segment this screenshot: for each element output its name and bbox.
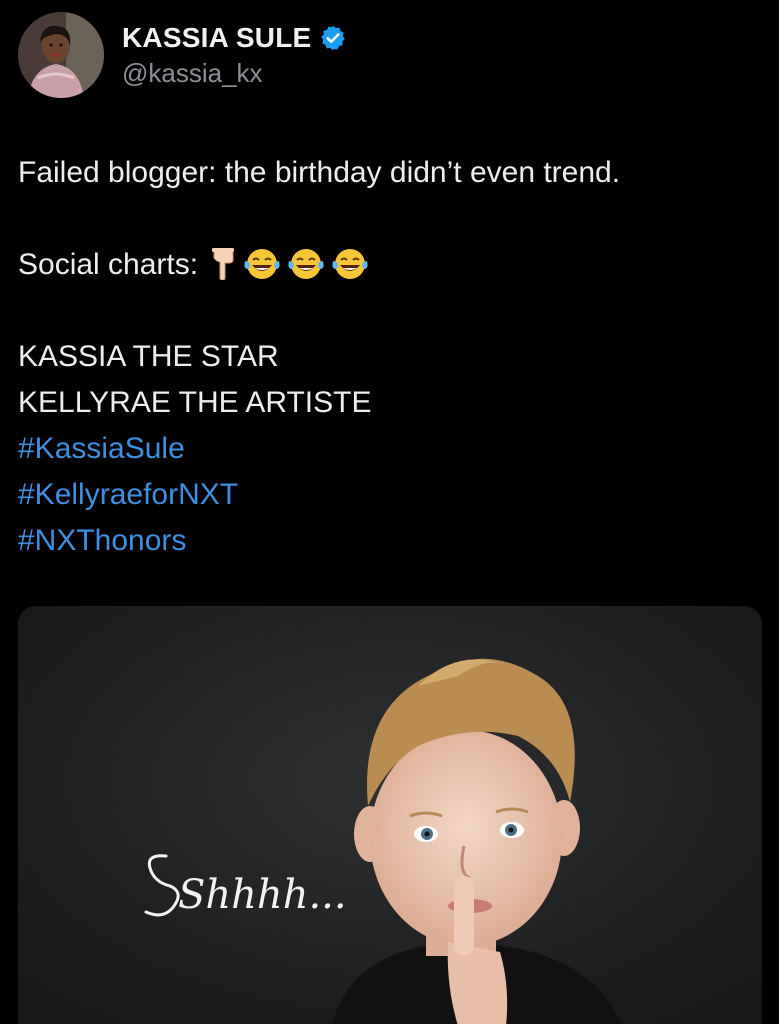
display-name[interactable]: KASSIA SULE <box>122 22 311 54</box>
user-names: KASSIA SULE @kassia_kx <box>122 22 347 89</box>
child-shushing-photo: Shhhh... <box>18 606 762 1024</box>
tweet-line-2-text: Social charts: <box>18 248 199 281</box>
display-name-row: KASSIA SULE <box>122 22 347 54</box>
hashtag-link[interactable]: #KassiaSule <box>18 426 758 472</box>
media-caption-text: Shhhh... <box>178 872 347 918</box>
tears-of-joy-icon <box>242 247 282 281</box>
tweet-line-2: Social charts: <box>18 242 758 288</box>
tweet-media-image[interactable]: Shhhh... <box>18 606 762 1024</box>
emoji-group <box>208 247 370 281</box>
pointing-down-hand-icon <box>208 248 238 280</box>
hashtag-link[interactable]: #KellyraeforNXT <box>18 472 758 518</box>
user-handle[interactable]: @kassia_kx <box>122 58 347 89</box>
tweet-line-4: KELLYRAE THE ARTISTE <box>18 386 372 419</box>
tears-of-joy-icon <box>330 247 370 281</box>
tweet-line-1: Failed blogger: the birthday didn’t even… <box>18 156 621 189</box>
avatar-image <box>18 12 104 98</box>
tweet-line-3: KASSIA THE STAR <box>18 340 279 373</box>
verified-badge-icon[interactable] <box>319 24 347 52</box>
tears-of-joy-icon <box>286 247 326 281</box>
tweet-text: Failed blogger: the birthday didn’t even… <box>18 150 758 564</box>
avatar[interactable] <box>18 12 104 98</box>
tweet: KASSIA SULE @kassia_kx Failed blogger: t… <box>0 0 779 1024</box>
hashtag-link[interactable]: #NXThonors <box>18 518 758 564</box>
tweet-header: KASSIA SULE @kassia_kx <box>18 12 347 102</box>
